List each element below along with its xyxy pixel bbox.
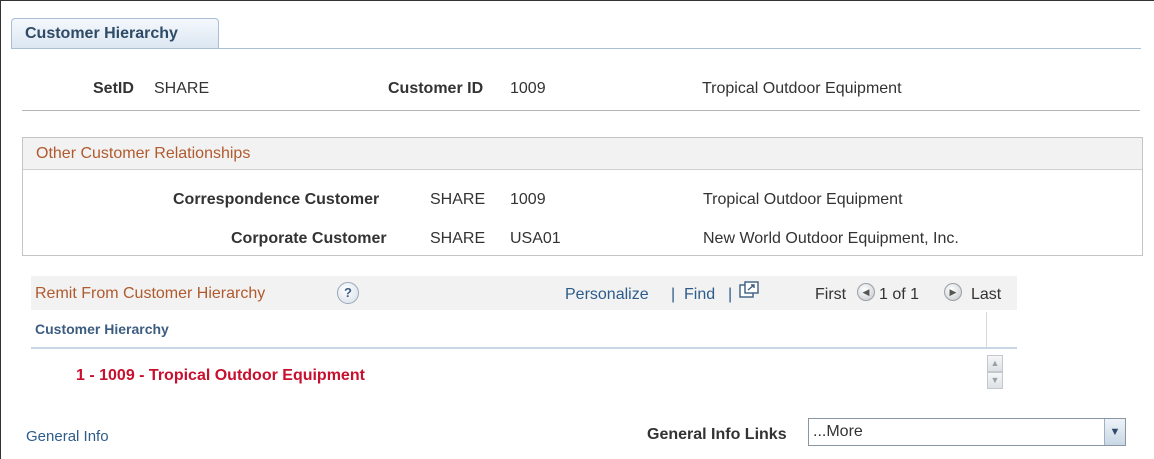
column-header-end-cell <box>986 312 1017 347</box>
customer-id-label: Customer ID <box>388 80 484 97</box>
tab-customer-hierarchy[interactable]: Customer Hierarchy <box>11 18 219 49</box>
general-info-links-label: General Info Links <box>647 426 787 443</box>
first-label: First <box>815 286 847 303</box>
correspondence-customer-id: 1009 <box>510 191 546 208</box>
setid-value: SHARE <box>154 80 210 97</box>
find-link[interactable]: Find <box>684 286 715 304</box>
column-header-customer-hierarchy[interactable]: Customer Hierarchy <box>35 321 169 337</box>
setid-label: SetID <box>93 80 134 97</box>
corporate-customer-setid: SHARE <box>430 230 486 247</box>
scroll-up-icon[interactable]: ▲ <box>987 355 1003 372</box>
personalize-link[interactable]: Personalize <box>565 286 649 304</box>
corporate-customer-label: Corporate Customer <box>231 230 387 247</box>
link-separator: | <box>671 286 676 303</box>
header-separator <box>22 110 1140 111</box>
tree-item[interactable]: 1 - 1009 - Tropical Outdoor Equipment <box>76 367 365 385</box>
grid-title: Remit From Customer Hierarchy <box>35 285 266 302</box>
select-value: ...More <box>813 423 863 440</box>
correspondence-customer-label: Correspondence Customer <box>173 191 380 208</box>
previous-icon[interactable]: ◀ <box>857 283 875 301</box>
last-label: Last <box>971 286 1002 303</box>
column-header-row: Customer Hierarchy <box>31 312 1017 349</box>
corporate-customer-id: USA01 <box>510 230 561 247</box>
correspondence-customer-setid: SHARE <box>430 191 486 208</box>
link-separator: | <box>728 286 733 303</box>
tab-underline <box>11 48 1141 49</box>
customer-id-value: 1009 <box>510 80 546 97</box>
group-title: Other Customer Relationships <box>23 138 1142 170</box>
corporate-customer-name: New World Outdoor Equipment, Inc. <box>703 230 959 247</box>
correspondence-customer-name: Tropical Outdoor Equipment <box>703 191 903 208</box>
help-icon[interactable]: ? <box>337 282 359 304</box>
row-range: 1 of 1 <box>879 286 920 303</box>
next-icon[interactable]: ▶ <box>944 283 962 301</box>
general-info-link[interactable]: General Info <box>26 428 109 445</box>
customer-name: Tropical Outdoor Equipment <box>702 80 902 97</box>
popout-icon[interactable] <box>739 281 759 299</box>
other-customer-relationships: Other Customer Relationships Corresponde… <box>22 137 1143 256</box>
scroll-down-icon[interactable]: ▼ <box>987 372 1003 389</box>
general-info-links-select[interactable]: ...More ▼ <box>808 418 1126 446</box>
chevron-down-icon[interactable]: ▼ <box>1104 419 1125 445</box>
